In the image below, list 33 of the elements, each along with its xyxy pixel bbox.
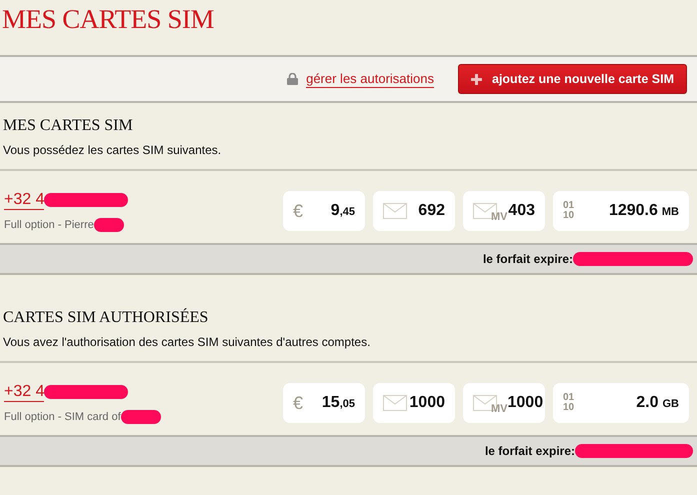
- redaction-mark: [120, 410, 161, 424]
- phone-number-link[interactable]: +32 4: [4, 382, 44, 402]
- stat-value: 692: [418, 202, 445, 220]
- mms-label: MV: [491, 403, 508, 415]
- data-icon: 01 10: [563, 393, 576, 413]
- euro-icon: €: [293, 200, 304, 222]
- phone-number-link[interactable]: +32 4: [4, 190, 44, 210]
- page-title: MES CARTES SIM: [1, 3, 215, 36]
- lock-icon: [287, 73, 298, 85]
- stat-value: 2.0 GB: [636, 394, 679, 412]
- envelope-icon: [383, 203, 407, 219]
- plan-label: Full option - SIM card of: [4, 410, 121, 422]
- envelope-icon: [383, 395, 407, 411]
- euro-icon: €: [293, 392, 304, 414]
- stat-value: 403: [508, 202, 535, 220]
- section-heading: CARTES SIM AUTHORISÉES: [3, 309, 210, 327]
- plan-label: Full option - Pierre: [4, 218, 94, 230]
- section-description: Vous possédez les cartes SIM suivantes.: [3, 143, 222, 157]
- stat-value: 15,05: [322, 394, 355, 412]
- expiry-label: le forfait expire:: [484, 444, 575, 458]
- stat-value: 1290.6 MB: [608, 202, 679, 220]
- section-heading: MES CARTES SIM: [3, 117, 134, 135]
- add-sim-button[interactable]: ajoutez une nouvelle carte SIM: [458, 64, 687, 94]
- permissions-link[interactable]: gérer les autorisations: [306, 70, 434, 88]
- stat-value: 1000: [409, 394, 445, 412]
- mms-label: MV: [491, 211, 508, 223]
- plus-icon: [471, 74, 482, 84]
- redaction-mark: [94, 218, 124, 232]
- section-description: Vous avez l'authorisation des cartes SIM suivantes d'autres comptes.: [3, 335, 372, 349]
- expiry-label: le forfait expire:: [482, 252, 573, 266]
- data-icon: 01 10: [563, 201, 576, 221]
- stat-value: 9,45: [330, 202, 355, 220]
- stat-value: 1000: [508, 394, 544, 412]
